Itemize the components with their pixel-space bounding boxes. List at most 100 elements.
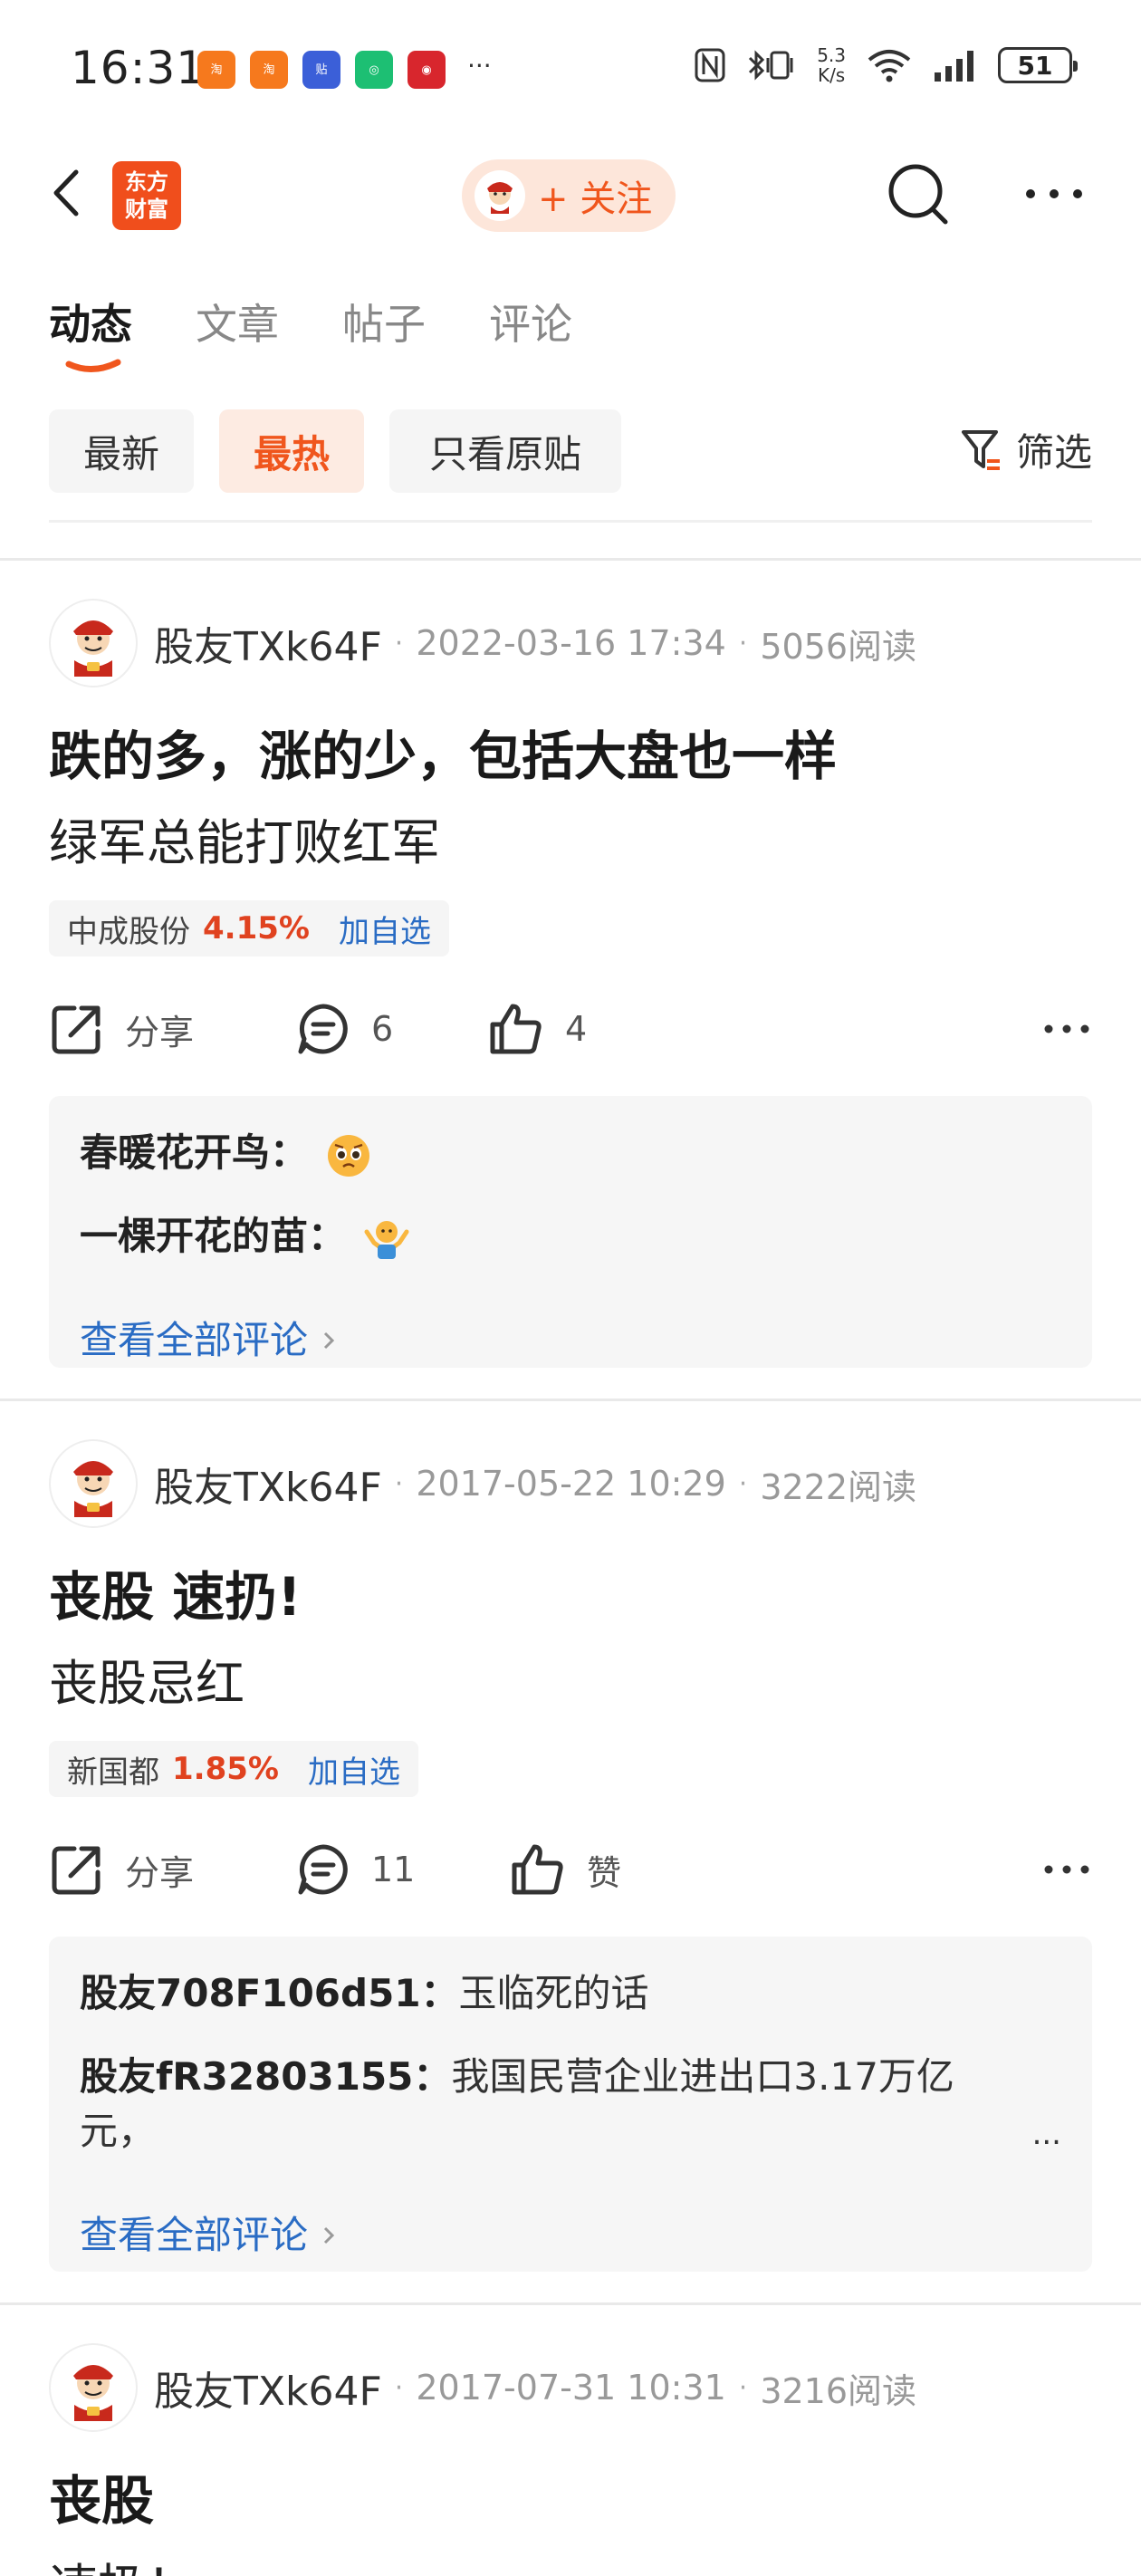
more-options-icon[interactable] — [1018, 176, 1090, 212]
tab-articles[interactable]: 文章 — [196, 292, 279, 351]
post-meta: 股友TXk64F · 2017-07-31 10:31 · 3216阅读 — [49, 2342, 916, 2433]
post-meta: 股友TXk64F · 2022-03-16 17:34 · 5056阅读 — [49, 598, 916, 688]
filter-button[interactable]: 筛选 — [960, 422, 1092, 477]
post-actions: 分享 6 4 — [49, 993, 1092, 1065]
post-more-button[interactable] — [1041, 1833, 1092, 1906]
divider — [0, 1399, 1141, 1401]
stock-tag[interactable]: 中成股份 4.15% 加自选 — [49, 900, 449, 956]
post-title[interactable]: 丧股 速扔! — [49, 1554, 302, 1630]
bluetooth-vibrate-icon — [749, 50, 793, 81]
tab-active-indicator — [65, 359, 121, 372]
status-time: 16:31 — [71, 42, 206, 94]
comment-item: 春暖花开鸟： — [80, 1127, 372, 1179]
post-date: 2022-03-16 17:34 — [416, 623, 726, 663]
post-card[interactable]: 股友TXk64F · 2022-03-16 17:34 · 5056阅读 跌的多… — [49, 598, 1092, 1368]
username[interactable]: 股友TXk64F — [154, 2359, 382, 2417]
comment-icon — [298, 1844, 348, 1895]
shrug-emoji-icon — [364, 1220, 409, 1259]
comment-item: 股友fR32803155：我国民营企业进出口3.17万亿 — [80, 2054, 954, 2099]
username[interactable]: 股友TXk64F — [154, 614, 382, 672]
post-title[interactable]: 跌的多，涨的少，包括大盘也一样 — [49, 714, 837, 790]
share-icon — [52, 1846, 101, 1895]
nfc-icon — [695, 48, 725, 82]
username[interactable]: 股友TXk64F — [154, 1455, 382, 1513]
add-watchlist-button[interactable]: 加自选 — [339, 907, 431, 951]
stock-name: 新国都 — [67, 1754, 159, 1791]
post-body[interactable]: 绿军总能打败红军 — [49, 803, 440, 874]
post-body[interactable]: 丧股忌红 — [49, 1643, 244, 1715]
divider — [0, 558, 1141, 561]
comment-button[interactable]: 11 — [295, 1833, 415, 1906]
post-date: 2017-05-22 10:29 — [416, 1464, 726, 1504]
comment-preview[interactable]: 春暖花开鸟： 一棵开花的苗： 查看全部评论 — [49, 1096, 1092, 1368]
filter-newest[interactable]: 最新 — [49, 409, 194, 493]
post-date: 2017-07-31 10:31 — [416, 2368, 726, 2408]
filter-row: 最新 最热 只看原贴 筛选 — [49, 409, 1092, 493]
stock-name: 中成股份 — [67, 913, 190, 950]
eastmoney-logo[interactable]: 东方 财富 — [112, 161, 181, 230]
post-title[interactable]: 丧股 — [49, 2458, 154, 2534]
notification-icons: 淘 淘 贴 ◎ ◉ ··· — [197, 51, 492, 89]
comment-icon — [298, 1004, 348, 1054]
share-button[interactable]: 分享 — [49, 1833, 194, 1906]
thumbs-up-icon — [490, 1004, 542, 1054]
read-count: 5056阅读 — [760, 626, 917, 667]
like-button[interactable]: 赞 — [509, 1833, 621, 1906]
tab-dynamic[interactable]: 动态 — [49, 292, 132, 372]
caishen-avatar-icon — [73, 620, 113, 677]
view-all-comments-link[interactable]: 查看全部评论 — [80, 2205, 338, 2260]
tab-bar: 动态 文章 帖子 评论 — [49, 292, 636, 372]
chevron-right-icon — [324, 1331, 335, 1350]
avatar[interactable] — [49, 1439, 138, 1528]
taobao-flash-icon: 淘 — [197, 51, 235, 89]
comment-item: 一棵开花的苗： — [80, 1210, 410, 1263]
stock-tag[interactable]: 新国都 1.85% 加自选 — [49, 1741, 418, 1797]
filter-hottest[interactable]: 最热 — [219, 409, 364, 493]
post-card[interactable]: 股友TXk64F · 2017-05-22 10:29 · 3222阅读 丧股 … — [49, 1438, 1092, 2272]
pleading-face-emoji-icon — [328, 1134, 370, 1177]
stock-change: 4.15% — [203, 910, 310, 947]
comment-item-continued: 元， — [80, 2109, 157, 2153]
tab-comments[interactable]: 评论 — [489, 292, 572, 351]
comment-ellipsis: ... — [1031, 2116, 1061, 2152]
caishen-avatar-icon — [73, 1461, 113, 1517]
divider — [49, 520, 1092, 523]
share-button[interactable]: 分享 — [49, 993, 194, 1065]
thumbs-up-icon — [512, 1844, 563, 1895]
taobao-flash-icon: 淘 — [250, 51, 288, 89]
filter-original-only[interactable]: 只看原贴 — [389, 409, 621, 493]
comment-preview[interactable]: 股友708F106d51：玉临死的话 股友fR32803155：我国民营企业进出… — [49, 1937, 1092, 2272]
filter-icon — [961, 429, 1000, 470]
view-all-comments-link[interactable]: 查看全部评论 — [80, 1310, 338, 1365]
add-watchlist-button[interactable]: 加自选 — [308, 1747, 400, 1792]
status-bar: 16:31 淘 淘 贴 ◎ ◉ ··· 5.3 K/s 51 — [0, 0, 1141, 136]
post-actions: 分享 11 赞 — [49, 1833, 1092, 1906]
search-icon[interactable] — [882, 158, 954, 230]
header: 东方 财富 + 关注 — [0, 145, 1141, 245]
read-count: 3216阅读 — [760, 2370, 917, 2411]
post-card[interactable]: 股友TXk64F · 2017-07-31 10:31 · 3216阅读 丧股 … — [49, 2342, 1092, 2576]
avatar[interactable] — [49, 2343, 138, 2432]
battery-icon: 51 — [998, 47, 1078, 83]
like-button[interactable]: 4 — [487, 993, 587, 1065]
comment-button[interactable]: 6 — [295, 993, 393, 1065]
post-body[interactable]: 速扔！ — [49, 2547, 196, 2576]
wifi-icon — [868, 50, 911, 82]
stock-change: 1.85% — [172, 1751, 279, 1787]
post-meta: 股友TXk64F · 2017-05-22 10:29 · 3222阅读 — [49, 1438, 916, 1529]
more-notifications-icon: ··· — [467, 50, 492, 81]
follow-button[interactable]: + 关注 — [462, 159, 676, 232]
user-avatar-icon — [475, 170, 525, 221]
post-more-button[interactable] — [1041, 993, 1092, 1065]
citic-icon: ◉ — [408, 51, 446, 89]
divider — [0, 2302, 1141, 2305]
more-icon — [1044, 1024, 1089, 1033]
tab-posts[interactable]: 帖子 — [342, 292, 426, 351]
caishen-avatar-icon — [73, 2365, 113, 2421]
avatar[interactable] — [49, 599, 138, 687]
app-icon: ◎ — [355, 51, 393, 89]
back-button[interactable] — [43, 161, 94, 225]
signal-icon — [935, 51, 973, 82]
status-right: 5.3 K/s 51 — [694, 45, 1078, 85]
more-icon — [1044, 1865, 1089, 1874]
